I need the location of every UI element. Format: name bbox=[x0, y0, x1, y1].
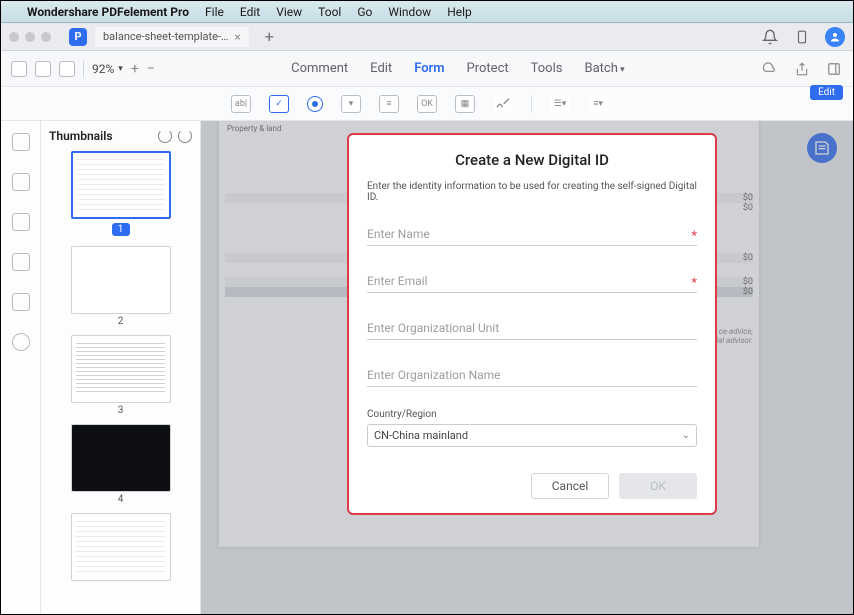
separator bbox=[531, 95, 532, 113]
macos-menubar: Wondershare PDFelement Pro File Edit Vie… bbox=[1, 1, 853, 23]
required-icon: * bbox=[691, 276, 697, 291]
cancel-button[interactable]: Cancel bbox=[531, 473, 609, 499]
email-input[interactable] bbox=[367, 268, 697, 293]
menu-edit[interactable]: Edit bbox=[240, 5, 260, 19]
combobox-tool-icon[interactable]: ▾ bbox=[341, 95, 361, 113]
bell-icon[interactable] bbox=[761, 28, 779, 46]
menu-tool[interactable]: Tool bbox=[318, 5, 341, 19]
tab-bar: P balance-sheet-template-… × + bbox=[1, 23, 853, 51]
thumbnails-title: Thumbnails bbox=[49, 129, 113, 143]
required-icon: * bbox=[691, 229, 697, 244]
thumbnail-page-2[interactable] bbox=[71, 246, 171, 314]
align-tool-icon[interactable]: ☰▾ bbox=[550, 95, 570, 113]
main-area: Thumbnails 1 2 3 4 Leasehold Property & … bbox=[1, 121, 853, 614]
tab-title: balance-sheet-template-… bbox=[103, 30, 228, 43]
name-input[interactable] bbox=[367, 221, 697, 246]
signature-tool-icon[interactable] bbox=[493, 95, 513, 113]
tab-protect[interactable]: Protect bbox=[467, 61, 509, 76]
rotate-left-icon[interactable] bbox=[158, 129, 172, 143]
cloud-icon[interactable] bbox=[761, 60, 779, 78]
layers-icon[interactable] bbox=[12, 253, 30, 271]
zoom-window-icon[interactable] bbox=[41, 32, 51, 42]
menu-window[interactable]: Window bbox=[388, 5, 431, 19]
menu-go[interactable]: Go bbox=[357, 5, 372, 19]
thumbnail-page-1[interactable] bbox=[71, 151, 171, 219]
tab-batch[interactable]: Batch ▾ bbox=[584, 61, 624, 76]
thumbnail-page-5[interactable] bbox=[71, 513, 171, 581]
organizational-unit-input[interactable] bbox=[367, 315, 697, 340]
sidebar-toggle-icon[interactable] bbox=[11, 61, 27, 77]
attachment-icon[interactable] bbox=[12, 293, 30, 311]
panel-icon[interactable] bbox=[825, 60, 843, 78]
form-toolbar: ab| ✓ ▾ ≡ OK ▦ ☰▾ ≡▾ bbox=[1, 87, 853, 121]
document-tab[interactable]: balance-sheet-template-… × bbox=[95, 27, 249, 47]
app-name[interactable]: Wondershare PDFelement Pro bbox=[27, 5, 189, 19]
zoom-value: 92% bbox=[92, 62, 114, 76]
window-controls bbox=[9, 32, 51, 42]
button-tool-icon[interactable]: OK bbox=[417, 95, 437, 113]
textfield-tool-icon[interactable]: ab| bbox=[231, 95, 251, 113]
main-toolbar: 92% ▾ + − Comment Edit Form Protect Tool… bbox=[1, 51, 853, 87]
user-avatar[interactable] bbox=[825, 27, 845, 47]
share-icon[interactable] bbox=[793, 60, 811, 78]
comment-panel-icon[interactable] bbox=[12, 173, 30, 191]
country-region-select[interactable]: CN-China mainland ⌄ bbox=[367, 424, 697, 447]
date-tool-icon[interactable]: ▦ bbox=[455, 95, 475, 113]
rotate-right-icon[interactable] bbox=[178, 129, 192, 143]
country-region-label: Country/Region bbox=[367, 409, 697, 420]
page-number-1: 1 bbox=[112, 223, 130, 236]
menu-file[interactable]: File bbox=[205, 5, 224, 19]
close-window-icon[interactable] bbox=[9, 32, 19, 42]
page-icon[interactable] bbox=[12, 133, 30, 151]
checkbox-tool-icon[interactable]: ✓ bbox=[269, 95, 289, 113]
new-tab-button[interactable]: + bbox=[257, 27, 282, 46]
chevron-down-icon: ▾ bbox=[118, 64, 123, 74]
thumbnails-panel: Thumbnails 1 2 3 4 bbox=[41, 121, 201, 614]
zoom-in-button[interactable]: + bbox=[131, 61, 139, 77]
page-number-4: 4 bbox=[49, 494, 192, 505]
menu-view[interactable]: View bbox=[276, 5, 302, 19]
modal-overlay: Create a New Digital ID Enter the identi… bbox=[201, 121, 853, 614]
thumbnail-page-4[interactable] bbox=[71, 424, 171, 492]
document-canvas[interactable]: Leasehold Property & land $0$0 $0$0 $0$0… bbox=[201, 121, 853, 614]
zoom-selector[interactable]: 92% ▾ bbox=[92, 62, 123, 76]
grid-view-icon[interactable] bbox=[35, 61, 51, 77]
app-icon: P bbox=[69, 28, 87, 46]
chevron-down-icon: ⌄ bbox=[682, 430, 690, 441]
list-view-icon[interactable] bbox=[59, 61, 75, 77]
dialog-title: Create a New Digital ID bbox=[367, 151, 697, 169]
close-tab-icon[interactable]: × bbox=[234, 30, 240, 44]
radio-tool-icon[interactable] bbox=[307, 96, 323, 112]
menu-help[interactable]: Help bbox=[447, 5, 472, 19]
more-tool-icon[interactable]: ≡▾ bbox=[588, 95, 608, 113]
page-number-3: 3 bbox=[49, 405, 192, 416]
tab-comment[interactable]: Comment bbox=[291, 61, 348, 76]
country-region-value: CN-China mainland bbox=[374, 429, 468, 442]
tab-tools[interactable]: Tools bbox=[531, 61, 563, 76]
page-number-2: 2 bbox=[49, 316, 192, 327]
create-digital-id-dialog: Create a New Digital ID Enter the identi… bbox=[347, 133, 717, 515]
tab-form[interactable]: Form bbox=[414, 61, 444, 76]
search-icon[interactable] bbox=[12, 333, 30, 351]
edit-mode-badge[interactable]: Edit bbox=[810, 85, 843, 100]
zoom-out-button[interactable]: − bbox=[147, 61, 155, 77]
listbox-tool-icon[interactable]: ≡ bbox=[379, 95, 399, 113]
bookmark-icon[interactable] bbox=[12, 213, 30, 231]
organization-name-input[interactable] bbox=[367, 362, 697, 387]
device-icon[interactable] bbox=[793, 28, 811, 46]
minimize-window-icon[interactable] bbox=[25, 32, 35, 42]
left-rail bbox=[1, 121, 41, 614]
tab-edit[interactable]: Edit bbox=[370, 61, 392, 76]
dialog-hint: Enter the identity information to be use… bbox=[367, 181, 697, 203]
ok-button[interactable]: OK bbox=[619, 473, 697, 499]
thumbnail-page-3[interactable] bbox=[71, 335, 171, 403]
